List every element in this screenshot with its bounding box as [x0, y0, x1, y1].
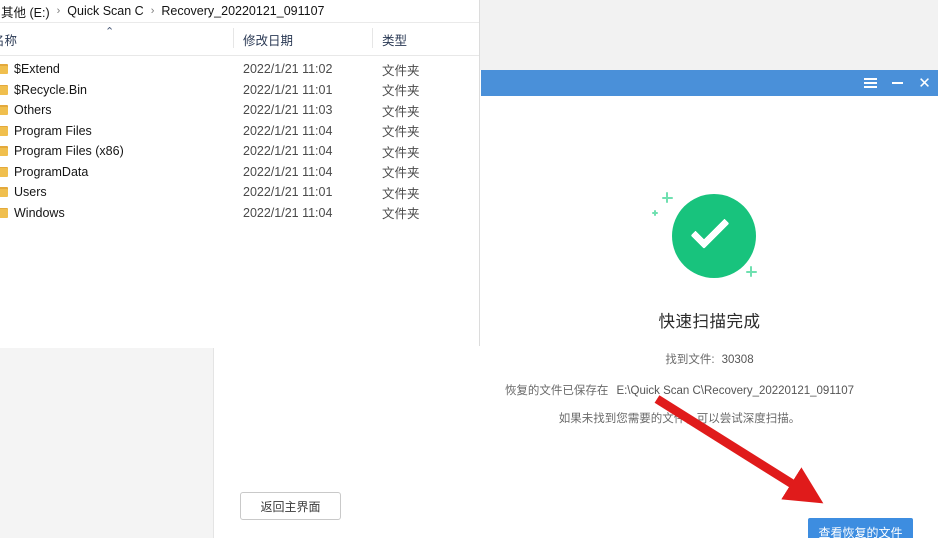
column-divider	[233, 28, 234, 48]
table-row[interactable]: Program Files 2022/1/21 11:04 文件夹	[0, 121, 479, 142]
file-type: 文件夹	[382, 166, 420, 181]
breadcrumb-item-recovery[interactable]: Recovery_20220121_091107	[160, 4, 325, 18]
chevron-right-icon: ›	[56, 5, 61, 17]
file-type: 文件夹	[382, 186, 420, 201]
table-row[interactable]: Others 2022/1/21 11:03 文件夹	[0, 100, 479, 121]
file-date: 2022/1/21 11:04	[243, 123, 333, 138]
file-date: 2022/1/21 11:02	[243, 62, 333, 77]
minimize-icon	[892, 82, 903, 84]
folder-icon	[0, 125, 8, 136]
file-name: $Recycle.Bin	[14, 82, 87, 97]
saved-path-value: E:\Quick Scan C\Recovery_20220121_091107	[616, 385, 855, 397]
sparkle-icon	[746, 266, 757, 277]
column-header-type[interactable]: 类型	[382, 30, 407, 49]
table-row[interactable]: Users 2022/1/21 11:01 文件夹	[0, 182, 479, 203]
table-row[interactable]: Program Files (x86) 2022/1/21 11:04 文件夹	[0, 141, 479, 162]
column-header-date-modified[interactable]: 修改日期	[243, 30, 293, 49]
file-date: 2022/1/21 11:01	[243, 82, 333, 97]
file-type: 文件夹	[382, 63, 420, 78]
file-date: 2022/1/21 11:01	[243, 185, 333, 200]
desktop-backdrop-top	[480, 0, 938, 70]
file-explorer-window: 其他 (E:) › Quick Scan C › Recovery_202201…	[0, 0, 480, 346]
table-row[interactable]: Windows 2022/1/21 11:04 文件夹	[0, 203, 479, 224]
folder-icon	[0, 105, 8, 115]
file-type: 文件夹	[382, 84, 420, 99]
found-files-status: 找到文件: 30308	[481, 351, 938, 367]
file-name: $Extend	[14, 62, 60, 77]
folder-icon	[0, 64, 8, 74]
menu-button[interactable]	[857, 70, 884, 96]
view-recovered-files-button[interactable]: 查看恢复的文件	[808, 518, 913, 538]
close-icon: ✕	[918, 73, 931, 92]
file-type: 文件夹	[382, 145, 420, 160]
table-row[interactable]: $Recycle.Bin 2022/1/21 11:01 文件夹	[0, 80, 479, 101]
file-date: 2022/1/21 11:04	[243, 164, 333, 179]
breadcrumb-item-drive[interactable]: 其他 (E:)	[0, 2, 51, 21]
page-title: 快速扫描完成	[658, 313, 761, 331]
screen-root: 其他 (E:) › Quick Scan C › Recovery_202201…	[0, 0, 938, 538]
file-name: Users	[14, 185, 47, 200]
saved-path-status: 恢复的文件已保存在 E:\Quick Scan C\Recovery_202201…	[481, 382, 938, 398]
hamburger-icon	[864, 78, 877, 88]
column-headers: 名称 ⌃ 修改日期 类型	[0, 23, 479, 56]
file-date: 2022/1/21 11:04	[243, 205, 333, 220]
saved-path-label: 恢复的文件已保存在	[504, 385, 609, 397]
chevron-right-icon: ›	[150, 5, 155, 17]
folder-icon	[0, 207, 8, 218]
found-files-count: 30308	[721, 354, 754, 366]
found-files-label: 找到文件:	[665, 354, 715, 366]
folder-icon	[0, 84, 8, 95]
file-name: Windows	[14, 205, 65, 220]
app-content: 快速扫描完成 找到文件: 30308 恢复的文件已保存在 E:\Quick Scan…	[481, 96, 938, 538]
file-name: ProgramData	[14, 164, 89, 179]
folder-icon	[0, 166, 8, 177]
column-header-name[interactable]: 名称	[0, 30, 17, 49]
sparkle-icon	[662, 192, 673, 203]
breadcrumb-item-scan[interactable]: Quick Scan C	[66, 4, 144, 18]
sparkle-icon	[652, 210, 658, 216]
minimize-button[interactable]	[884, 70, 911, 96]
file-date: 2022/1/21 11:03	[243, 103, 333, 118]
table-row[interactable]: ProgramData 2022/1/21 11:04 文件夹	[0, 162, 479, 183]
column-divider	[372, 28, 373, 48]
file-name: Program Files	[14, 123, 92, 138]
back-to-main-button[interactable]: 返回主界面	[240, 492, 341, 520]
file-name: Program Files (x86)	[14, 144, 124, 159]
success-graphic-wrap	[481, 184, 938, 288]
deep-scan-hint: 如果未找到您需要的文件，可以尝试深度扫描。	[558, 413, 801, 425]
table-row[interactable]: $Extend 2022/1/21 11:02 文件夹	[0, 59, 479, 80]
file-name: Others	[14, 103, 52, 118]
folder-icon	[0, 146, 8, 156]
file-type: 文件夹	[382, 104, 420, 119]
file-date: 2022/1/21 11:04	[243, 144, 333, 159]
file-type: 文件夹	[382, 125, 420, 140]
breadcrumb[interactable]: 其他 (E:) › Quick Scan C › Recovery_202201…	[0, 0, 479, 23]
desktop-backdrop-left	[0, 348, 214, 538]
app-title-bar: ✕	[481, 70, 938, 96]
recovery-app-window: ✕ 快速扫描完成 找到文件: 30308 恢复的文件已保存在 E:\Quick Sc…	[481, 70, 938, 538]
file-list: $Extend 2022/1/21 11:02 文件夹 $Recycle.Bin…	[0, 56, 479, 223]
file-type: 文件夹	[382, 207, 420, 222]
success-check-icon	[650, 184, 770, 288]
sort-ascending-icon: ⌃	[105, 26, 115, 38]
close-button[interactable]: ✕	[911, 70, 938, 96]
folder-icon	[0, 187, 8, 197]
